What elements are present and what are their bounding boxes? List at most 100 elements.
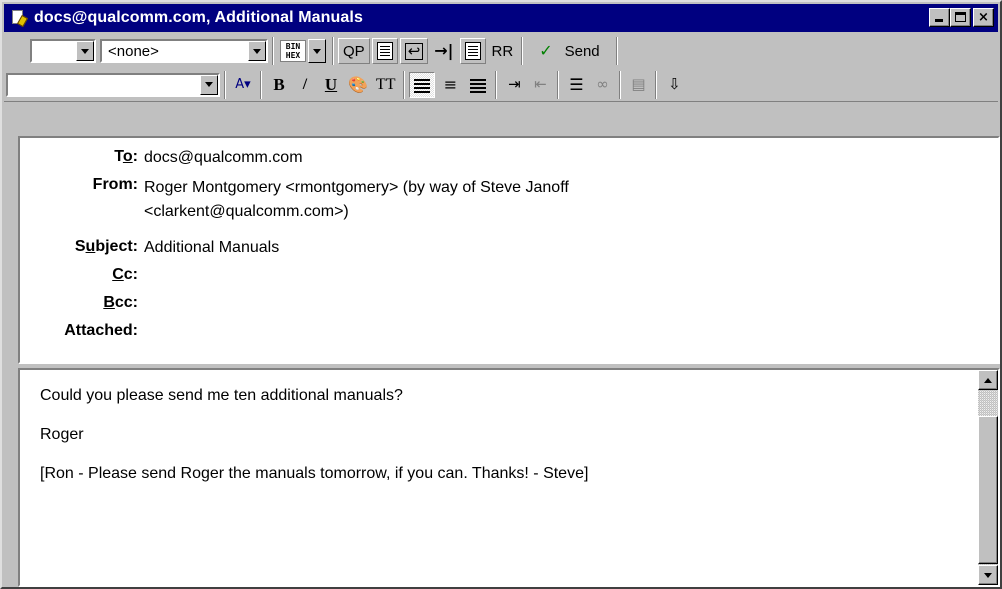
attached-row[interactable]: Attached: (20, 322, 996, 340)
bold-button[interactable]: B (266, 72, 292, 98)
font-size-icon: A▾ (235, 77, 251, 92)
close-icon: × (978, 10, 989, 25)
vertical-scrollbar[interactable] (978, 370, 998, 585)
indent-icon: ⇥ (508, 75, 521, 93)
toolbar-divider (272, 37, 274, 65)
attached-label: Attached: (64, 322, 138, 339)
send-button[interactable]: ✓ Send (527, 38, 611, 64)
subject-field[interactable]: Additional Manuals (144, 238, 996, 258)
underline-button[interactable]: U (318, 72, 344, 98)
chevron-down-icon[interactable] (308, 39, 326, 63)
message-toolbar: <none> BIN HEX QP ↩ →| RR ✓ Send (4, 34, 998, 68)
title-bar[interactable]: docs@qualcomm.com, Additional Manuals × (4, 4, 998, 32)
body-text[interactable]: Could you please send me ten additional … (40, 386, 588, 503)
body-line: [Ron - Please send Roger the manuals tom… (40, 465, 589, 482)
return-receipt-button[interactable]: RR (488, 38, 518, 64)
indent-button[interactable]: ⇥ (501, 72, 527, 98)
window-title: docs@qualcomm.com, Additional Manuals (34, 9, 363, 26)
word-wrap-button[interactable]: ↩ (399, 38, 429, 64)
bcc-label: Bcc: (103, 294, 138, 311)
font-size-button[interactable]: A▾ (230, 72, 256, 98)
align-right-icon (470, 78, 487, 92)
chevron-down-icon (984, 572, 992, 578)
more-formatting-button[interactable]: ⇩ (661, 72, 687, 98)
toolbar-divider (521, 37, 524, 65)
toolbar-divider (403, 70, 406, 99)
signature-value: <none> (108, 42, 159, 60)
align-right-button[interactable] (465, 72, 491, 98)
word-wrap-icon: ↩ (404, 42, 424, 60)
compose-message-icon (10, 9, 29, 28)
scroll-up-button[interactable] (978, 370, 998, 390)
teletype-button[interactable]: TT (372, 72, 400, 98)
align-left-button[interactable] (409, 71, 436, 98)
from-label: From: (92, 176, 138, 193)
toolbar-divider (495, 70, 498, 99)
bullet-list-icon: ☰ (569, 74, 584, 94)
cc-label: Cc: (112, 266, 138, 283)
message-window: docs@qualcomm.com, Additional Manuals × … (0, 0, 1002, 589)
font-dropdown[interactable] (6, 72, 220, 97)
align-center-button[interactable]: ≡ (437, 72, 463, 98)
text-as-attachment-button[interactable] (371, 38, 398, 64)
quoted-printable-button[interactable]: QP (338, 38, 370, 64)
signature-dropdown[interactable]: <none> (100, 39, 268, 63)
subject-label: Subject: (74, 238, 138, 255)
priority-dropdown[interactable] (30, 39, 96, 63)
message-headers: To: docs@qualcomm.com From: Roger Montgo… (18, 136, 1000, 364)
send-check-icon: ✓ (539, 41, 553, 60)
insert-link-button[interactable]: ∞ (589, 72, 615, 98)
cc-field[interactable] (144, 266, 996, 284)
clear-formatting-button[interactable]: ▤ (625, 72, 651, 98)
align-center-icon: ≡ (443, 74, 458, 94)
to-label: To: (114, 148, 138, 165)
from-row[interactable]: From: Roger Montgomery <rmontgomery> (by… (20, 176, 996, 224)
minimize-icon (935, 19, 943, 22)
to-row[interactable]: To: docs@qualcomm.com (20, 148, 996, 168)
tab-arrow-icon: →| (434, 41, 454, 60)
from-field[interactable]: Roger Montgomery <rmontgomery> (by way o… (144, 176, 996, 224)
copy-doc-icon (464, 42, 481, 60)
tab-in-body-button[interactable]: →| (430, 38, 457, 64)
bcc-field[interactable] (144, 294, 996, 312)
toolbar-divider (332, 37, 334, 65)
binhex-icon: BIN HEX (280, 40, 306, 62)
subject-row[interactable]: Subject: Additional Manuals (20, 238, 996, 258)
attached-field[interactable] (144, 322, 996, 340)
link-icon: ∞ (596, 75, 609, 93)
italic-button[interactable]: / (292, 72, 318, 98)
body-line: Roger (40, 426, 84, 443)
bcc-row[interactable]: Bcc: (20, 294, 996, 312)
to-field[interactable]: docs@qualcomm.com (144, 148, 996, 168)
encoding-dropdown[interactable]: BIN HEX (278, 38, 328, 64)
minimize-button[interactable] (929, 8, 950, 27)
text-color-button[interactable]: 🎨 (344, 72, 372, 98)
clear-format-icon: ▤ (631, 75, 646, 93)
bullet-list-button[interactable]: ☰ (563, 72, 589, 98)
scrollbar-thumb[interactable] (978, 416, 998, 564)
toolbar-divider (619, 70, 622, 99)
chevron-down-icon[interactable] (248, 41, 266, 61)
chevron-down-icon[interactable] (200, 74, 218, 95)
align-left-icon (414, 78, 431, 92)
chevron-up-icon (984, 377, 992, 383)
keep-copies-button[interactable] (459, 38, 486, 64)
toolbar-divider (557, 70, 560, 99)
body-line: Could you please send me ten additional … (40, 387, 403, 404)
toolbar-divider (224, 70, 226, 99)
maximize-icon (955, 12, 966, 22)
attachment-doc-icon (376, 42, 393, 60)
cc-row[interactable]: Cc: (20, 266, 996, 284)
close-button[interactable]: × (973, 8, 994, 27)
formatting-toolbar: A▾ B / U 🎨 TT ≡ ⇥ ⇤ ☰ ∞ ▤ ⇩ (4, 68, 998, 102)
color-palette-icon: 🎨 (348, 74, 368, 94)
maximize-button[interactable] (950, 8, 971, 27)
scroll-down-button[interactable] (978, 565, 998, 585)
chevron-down-icon[interactable] (76, 41, 94, 61)
more-format-icon: ⇩ (668, 75, 681, 93)
outdent-button[interactable]: ⇤ (527, 72, 553, 98)
message-body[interactable]: Could you please send me ten additional … (18, 368, 1000, 587)
toolbar-divider (615, 37, 618, 65)
toolbar-divider (260, 70, 262, 99)
toolbar-divider (655, 70, 658, 99)
